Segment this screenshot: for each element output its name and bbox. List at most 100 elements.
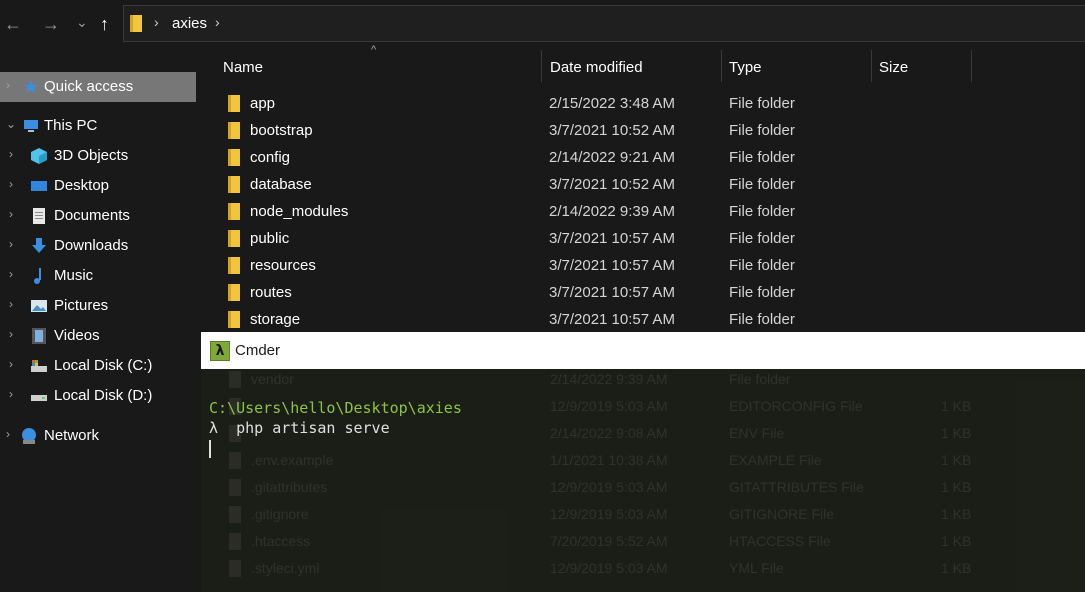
column-divider[interactable] <box>971 50 972 82</box>
cube-icon <box>31 148 47 164</box>
chevron-down-icon[interactable]: ⌄ <box>6 117 16 131</box>
file-date-modified: 7/20/2019 5:52 AM <box>550 533 668 549</box>
file-date-modified: 3/7/2021 10:57 AM <box>549 230 675 247</box>
file-date-modified: 12/9/2019 5:03 AM <box>550 479 668 495</box>
file-date-modified: 3/7/2021 10:52 AM <box>549 176 675 193</box>
file-row[interactable]: config 2/14/2022 9:21 AM File folder <box>199 146 1085 173</box>
forward-arrow-icon[interactable]: → <box>42 12 60 36</box>
file-name: .env.example <box>251 452 334 468</box>
breadcrumb-separator-icon[interactable]: › <box>215 14 220 30</box>
file-type: YML File <box>729 560 784 576</box>
obscured-file-row: .htaccess 7/20/2019 5:52 AM HTACCESS File 1… <box>201 530 1085 557</box>
column-header-date-modified[interactable]: Date modified <box>550 59 643 76</box>
chevron-right-icon[interactable]: › <box>9 357 13 371</box>
file-date-modified: 2/15/2022 3:48 AM <box>549 95 675 112</box>
file-type: EXAMPLE File <box>729 452 822 468</box>
sidebar-item-label: Pictures <box>54 297 109 314</box>
sidebar-item-3d-objects[interactable]: › 3D Objects <box>0 141 196 171</box>
column-divider[interactable] <box>871 50 872 82</box>
file-size: 1 KB <box>941 479 972 495</box>
cmder-console[interactable]: 3/7/2021 10:57 AM File folder vendor 2/14/2… <box>201 344 1085 592</box>
sidebar-item-label: Documents <box>54 207 130 224</box>
column-divider[interactable] <box>541 50 542 82</box>
cmder-window[interactable]: λ Cmder 3/7/2021 10:57 AM File folder vend… <box>201 332 1085 592</box>
navigation-toolbar: ← → ⌄ ↑ › axies › <box>0 0 1085 48</box>
folder-icon <box>228 149 240 166</box>
sidebar-item-local-disk-c[interactable]: › Local Disk (C:) <box>0 351 196 381</box>
file-row[interactable]: storage 3/7/2021 10:57 AM File folder <box>199 308 1085 335</box>
file-name: resources <box>250 257 316 274</box>
column-header: ^ Name Date modified Type Size <box>199 44 1085 86</box>
file-name: .gitattributes <box>251 479 328 495</box>
sidebar-item-videos[interactable]: › Videos <box>0 321 196 351</box>
file-date-modified: 3/7/2021 10:57 AM <box>549 257 675 274</box>
file-row[interactable]: resources 3/7/2021 10:57 AM File folder <box>199 254 1085 281</box>
terminal-prompt: λ <box>209 419 219 437</box>
file-row[interactable]: app 2/15/2022 3:48 AM File folder <box>199 92 1085 119</box>
file-date-modified: 2/14/2022 9:08 AM <box>550 425 668 441</box>
file-type: GITATTRIBUTES File <box>729 479 864 495</box>
file-size: 1 KB <box>941 452 972 468</box>
file-date-modified: 3/7/2021 10:57 AM <box>550 344 668 360</box>
chevron-right-icon[interactable]: › <box>9 177 13 191</box>
chevron-right-icon[interactable]: › <box>9 147 13 161</box>
obscured-file-row: .gitignore 12/9/2019 5:03 AM GITIGNORE Fil… <box>201 503 1085 530</box>
chevron-right-icon[interactable]: › <box>9 387 13 401</box>
file-type: File folder <box>729 230 795 247</box>
file-row[interactable]: public 3/7/2021 10:57 AM File folder <box>199 227 1085 254</box>
address-bar[interactable]: › axies › <box>123 5 1085 42</box>
sidebar-item-local-disk-d[interactable]: › Local Disk (D:) <box>0 381 196 411</box>
sidebar-item-network[interactable]: › Network <box>0 421 196 451</box>
chevron-right-icon[interactable]: › <box>9 267 13 281</box>
up-arrow-icon[interactable]: ↑ <box>100 12 109 36</box>
file-row[interactable]: bootstrap 3/7/2021 10:52 AM File folder <box>199 119 1085 146</box>
chevron-right-icon[interactable]: › <box>6 427 10 441</box>
file-row[interactable]: database 3/7/2021 10:52 AM File folder <box>199 173 1085 200</box>
obscured-file-row: 3/7/2021 10:57 AM File folder <box>201 341 1085 368</box>
sidebar-item-downloads[interactable]: › Downloads <box>0 231 196 261</box>
folder-icon <box>228 176 240 193</box>
back-arrow-icon[interactable]: ← <box>4 12 22 36</box>
file-icon <box>229 344 241 361</box>
sidebar-item-label: Downloads <box>54 237 129 254</box>
sidebar-item-this-pc[interactable]: ⌄ This PC <box>0 111 196 141</box>
file-row[interactable]: routes 3/7/2021 10:57 AM File folder <box>199 281 1085 308</box>
file-date-modified: 2/14/2022 9:21 AM <box>549 149 675 166</box>
file-icon <box>229 506 241 523</box>
file-name: routes <box>250 284 292 301</box>
column-header-type[interactable]: Type <box>729 59 762 76</box>
chevron-right-icon[interactable]: › <box>9 327 13 341</box>
sidebar-item-documents[interactable]: › Documents <box>0 201 196 231</box>
file-type: File folder <box>729 122 795 139</box>
sidebar-item-label: Network <box>44 427 100 444</box>
file-row[interactable]: node_modules 2/14/2022 9:39 AM File folder <box>199 200 1085 227</box>
column-header-name[interactable]: Name <box>223 59 263 76</box>
recent-locations-icon[interactable]: ⌄ <box>76 10 88 34</box>
sidebar-item-quick-access[interactable]: › Quick access <box>0 72 196 102</box>
file-date-modified: 2/14/2022 9:39 AM <box>550 371 668 387</box>
breadcrumb-folder[interactable]: axies <box>172 15 207 32</box>
music-icon <box>34 268 41 284</box>
column-divider[interactable] <box>721 50 722 82</box>
file-type: File folder <box>729 95 795 112</box>
file-type: File folder <box>729 257 795 274</box>
file-type: File folder <box>729 176 795 193</box>
sidebar-item-label: This PC <box>44 117 98 134</box>
sidebar-item-label: Music <box>54 267 94 284</box>
computer-icon <box>24 120 38 132</box>
folder-icon <box>228 311 240 328</box>
chevron-right-icon[interactable]: › <box>9 207 13 221</box>
terminal-path-line: C:\Users\hello\Desktop\axies <box>209 399 462 417</box>
file-date-modified: 12/9/2019 5:03 AM <box>550 398 668 414</box>
file-name: .htaccess <box>251 533 311 549</box>
chevron-right-icon[interactable]: › <box>9 237 13 251</box>
file-icon <box>229 533 241 550</box>
column-header-size[interactable]: Size <box>879 59 908 76</box>
sidebar-item-music[interactable]: › Music <box>0 261 196 291</box>
chevron-right-icon[interactable]: › <box>9 297 13 311</box>
chevron-right-icon[interactable]: › <box>6 78 10 92</box>
sidebar-item-pictures[interactable]: › Pictures <box>0 291 196 321</box>
file-icon <box>229 479 241 496</box>
sidebar-item-label: Videos <box>54 327 100 344</box>
sidebar-item-desktop[interactable]: › Desktop <box>0 171 196 201</box>
